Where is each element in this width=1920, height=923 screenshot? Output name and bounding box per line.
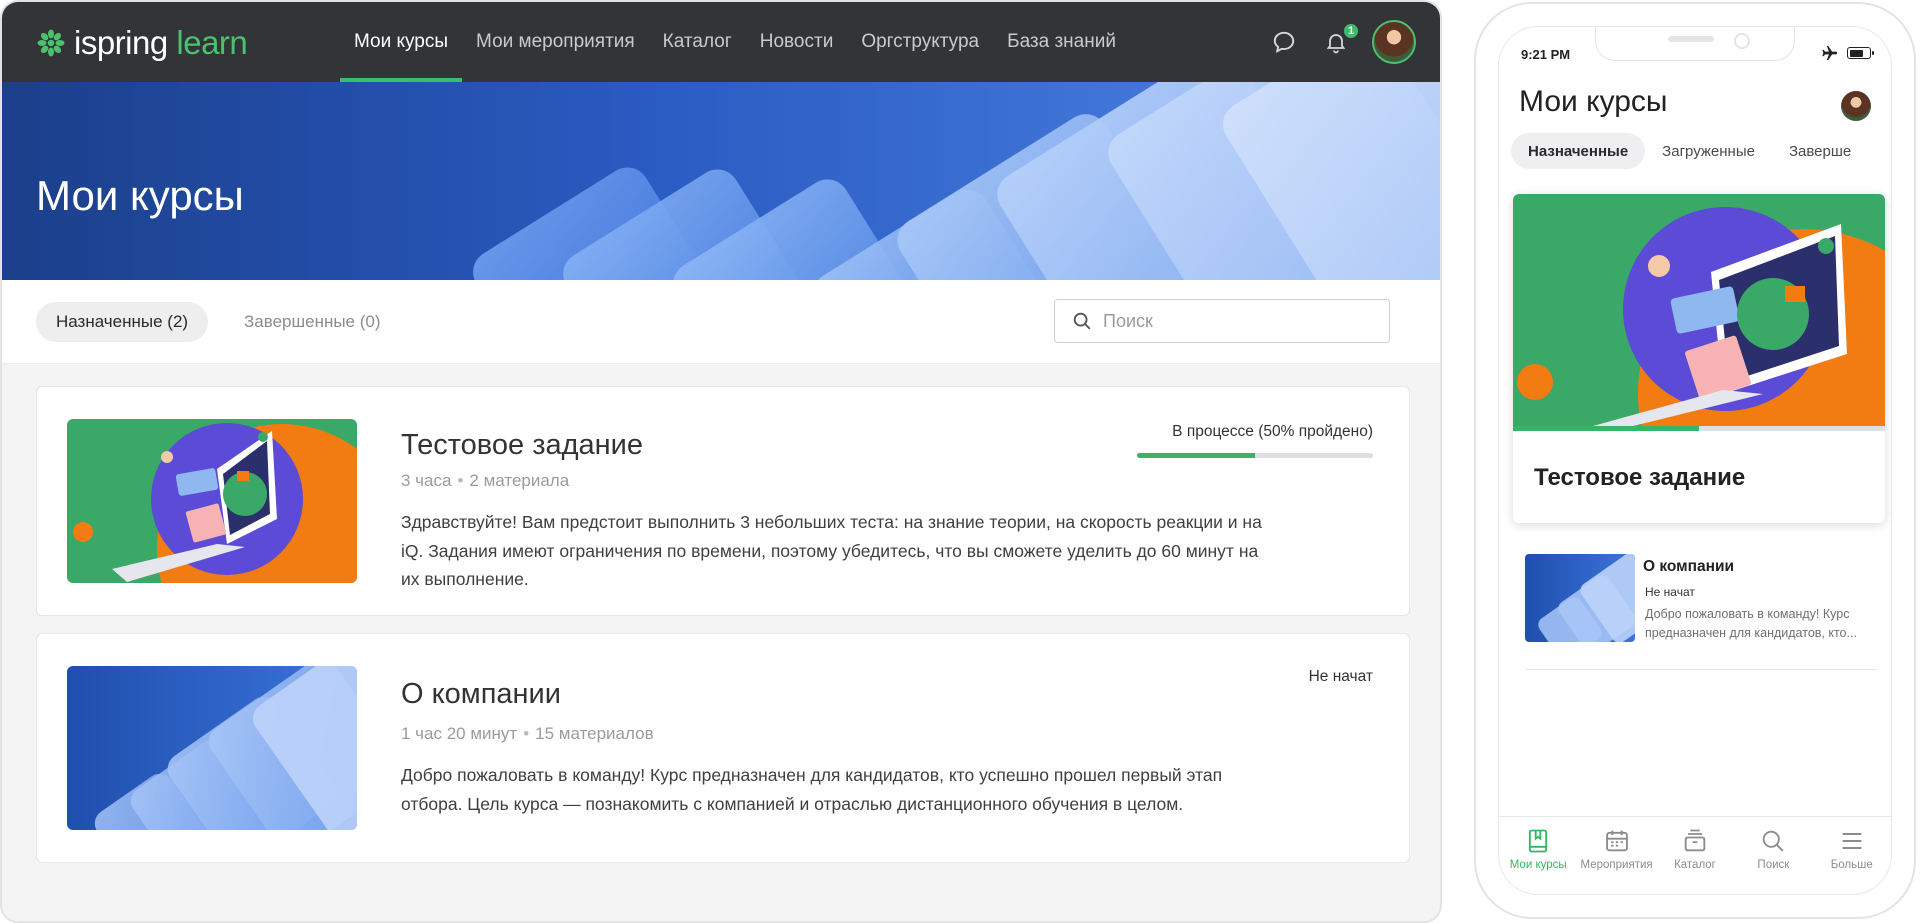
airplane-icon <box>1822 46 1837 60</box>
ispring-logo[interactable]: ispring learn <box>36 24 248 62</box>
mobile-nav-search[interactable]: Поиск <box>1735 827 1811 894</box>
laptop-illustration <box>67 419 357 583</box>
mobile-featured-course-card[interactable]: Тестовое задание <box>1513 194 1885 523</box>
course-status: Не начат <box>1308 668 1373 685</box>
mobile-nav-label: Поиск <box>1757 859 1790 871</box>
mobile-nav-label: Мероприятия <box>1580 859 1653 871</box>
nav-my-events[interactable]: Мои мероприятия <box>462 2 649 82</box>
mobile-nav-label: Каталог <box>1674 859 1716 871</box>
tab-completed[interactable]: Завершенные (0) <box>224 302 401 342</box>
mobile-nav-label: Мои курсы <box>1509 859 1567 871</box>
notifications-button[interactable]: 1 <box>1320 22 1360 58</box>
nav-org-structure[interactable]: Оргструктура <box>847 2 993 82</box>
mobile-nav-my-courses[interactable]: Мои курсы <box>1500 827 1576 894</box>
mobile-nav-catalog[interactable]: Каталог <box>1657 827 1733 894</box>
logo-wordmark: ispring learn <box>74 24 248 62</box>
phone-notch <box>1595 27 1795 61</box>
mobile-tabs: Назначенные Загруженные Заверше <box>1511 133 1868 169</box>
search-input[interactable] <box>1103 310 1363 332</box>
mobile-tab-assigned[interactable]: Назначенные <box>1511 133 1646 169</box>
chat-icon <box>1273 31 1295 54</box>
desktop-window: ispring learn Мои курсы Мои мероприятия … <box>0 0 1442 923</box>
course-title[interactable]: Тестовое задание <box>401 429 643 462</box>
course-title[interactable]: О компании <box>401 678 561 711</box>
tab-assigned[interactable]: Назначенные (2) <box>36 302 209 342</box>
meta-separator: • <box>457 471 464 490</box>
course-description: Добро пожаловать в команду! Курс предназ… <box>401 765 1223 814</box>
course-thumbnail <box>67 419 357 583</box>
course-card[interactable]: Тестовое задание 3 часа • 2 материала Здра… <box>36 386 1410 616</box>
mobile-progress-bar <box>1513 426 1885 431</box>
course-materials: 15 материалов <box>535 724 654 743</box>
nav-knowledge-base[interactable]: База знаний <box>993 2 1130 82</box>
mobile-item-description: Добро пожаловать в команду! Курс предназ… <box>1645 607 1857 640</box>
course-materials: 2 материала <box>469 471 570 490</box>
mobile-course-thumbnail <box>1525 554 1635 642</box>
top-navigation-bar: ispring learn Мои курсы Мои мероприятия … <box>2 2 1440 82</box>
mobile-course-list-item[interactable]: О компании Не начат Добро пожаловать в к… <box>1525 554 1877 670</box>
ispring-flower-icon <box>37 29 65 57</box>
nav-my-courses[interactable]: Мои курсы <box>340 2 463 82</box>
course-meta: 1 час 20 минут • 15 материалов <box>401 724 654 744</box>
catalog-icon <box>1684 829 1706 852</box>
search-box[interactable] <box>1054 299 1390 343</box>
nav-news[interactable]: Новости <box>746 2 848 82</box>
course-duration: 3 часа <box>401 471 452 490</box>
chat-button[interactable] <box>1268 26 1300 58</box>
mobile-course-title: Тестовое задание <box>1534 464 1746 491</box>
search-icon <box>1073 312 1091 330</box>
mobile-tab-completed[interactable]: Заверше <box>1772 133 1868 169</box>
course-description: Здравствуйте! Вам предстоит выполнить 3 … <box>401 512 1262 589</box>
mobile-user-avatar[interactable] <box>1841 91 1871 121</box>
battery-icon <box>1847 47 1874 59</box>
mobile-course-illustration <box>1513 194 1885 426</box>
search-icon <box>1763 830 1784 852</box>
page-title: Мои курсы <box>36 172 244 219</box>
mobile-tab-downloaded[interactable]: Загруженные <box>1645 133 1772 169</box>
logo-accent: learn <box>176 24 248 61</box>
header-actions: 1 <box>1268 2 1416 82</box>
mobile-page-title: Мои курсы <box>1519 85 1668 118</box>
mobile-nav-events[interactable]: Мероприятия <box>1579 827 1655 894</box>
book-icon <box>1529 829 1548 853</box>
mobile-item-status: Не начат <box>1645 585 1695 599</box>
status-bar-icons <box>1821 46 1874 60</box>
mobile-bottom-nav: Мои курсы Мероприятия Каталог Поиск Боль… <box>1499 816 1891 894</box>
laptop-illustration <box>1513 194 1885 426</box>
mobile-nav-label: Больше <box>1830 859 1873 871</box>
course-progress-fill <box>1137 453 1255 458</box>
logo-word: ispring <box>74 24 168 61</box>
battery-level <box>1849 49 1864 57</box>
meta-separator: • <box>523 724 530 743</box>
course-tabs-bar: Назначенные (2) Завершенные (0) <box>2 280 1440 364</box>
menu-icon <box>1842 832 1862 850</box>
hero-banner: Мои курсы <box>2 82 1440 280</box>
notification-count-badge: 1 <box>1342 22 1360 40</box>
mobile-nav-more[interactable]: Больше <box>1814 827 1890 894</box>
user-avatar[interactable] <box>1372 20 1416 64</box>
mobile-progress-fill <box>1513 426 1699 431</box>
course-status: В процессе (50% пройдено) <box>1172 423 1373 440</box>
nav-catalog[interactable]: Каталог <box>649 2 746 82</box>
mobile-screen: 9:21 PM Мои курсы Назначенные Загруженны… <box>1498 26 1892 895</box>
main-nav: Мои курсы Мои мероприятия Каталог Новост… <box>340 2 1130 82</box>
course-duration: 1 час 20 минут <box>401 724 518 743</box>
blue-cards-illustration <box>67 666 357 830</box>
status-bar-time: 9:21 PM <box>1521 47 1571 62</box>
course-card[interactable]: О компании 1 час 20 минут • 15 материалов … <box>36 633 1410 863</box>
blue-cards-illustration <box>1525 554 1635 642</box>
course-meta: 3 часа • 2 материала <box>401 471 569 491</box>
calendar-icon <box>1605 830 1628 852</box>
mobile-device: 9:21 PM Мои курсы Назначенные Загруженны… <box>1474 2 1916 919</box>
course-progress-bar <box>1137 453 1373 458</box>
course-thumbnail <box>67 666 357 830</box>
mobile-item-title: О компании <box>1643 558 1735 575</box>
